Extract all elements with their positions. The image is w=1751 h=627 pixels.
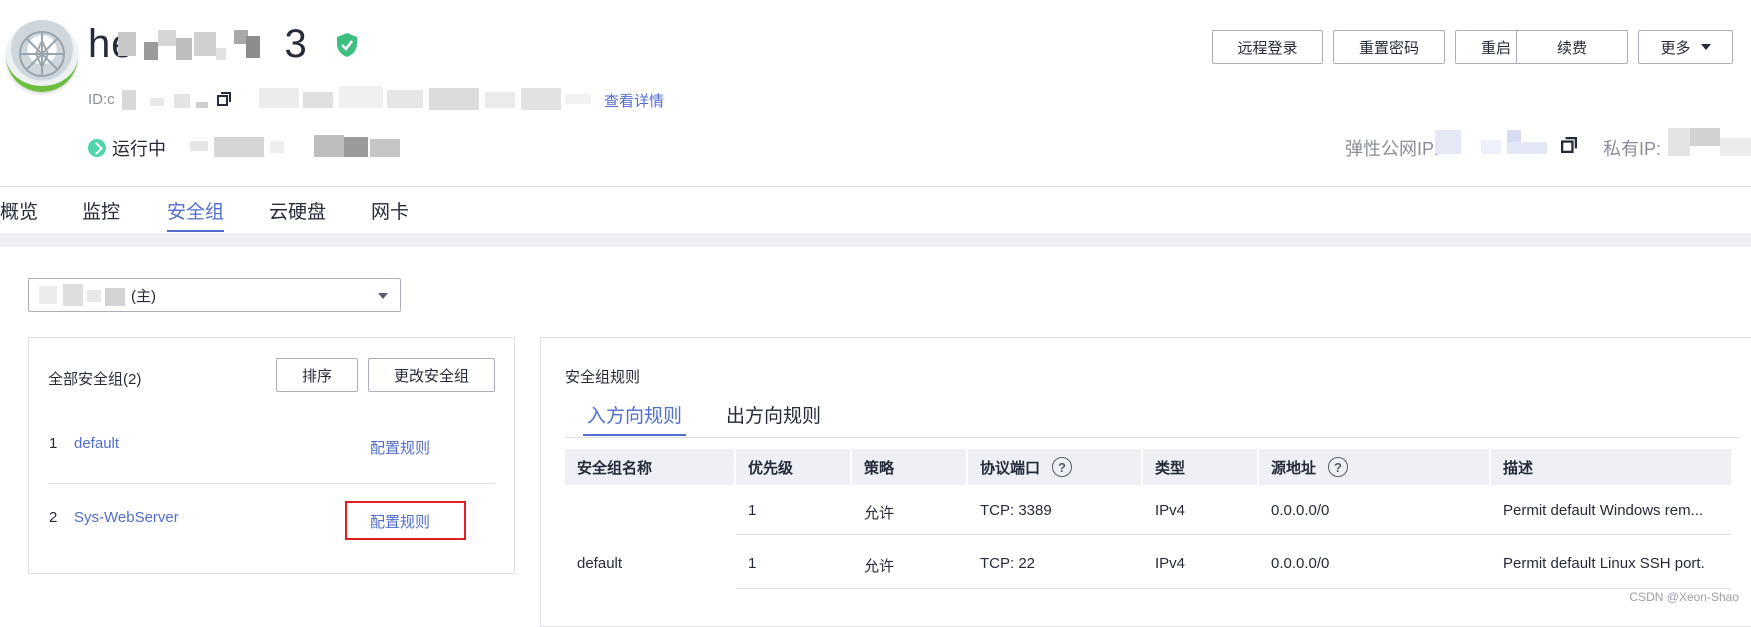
column-header-priority: 优先级 [736, 449, 852, 485]
chevron-down-icon [1700, 44, 1711, 50]
table-cell-source: 0.0.0.0/0 [1271, 555, 1330, 572]
instance-header: he 3 ID:c 查看详情 运行中 远程登录 重置密码 重启 续费 更多 弹性… [0, 0, 1751, 186]
column-header-sg-name: 安全组名称 [565, 449, 736, 485]
copy-eip-icon[interactable] [1561, 137, 1577, 153]
table-cell-policy: 允许 [864, 558, 895, 575]
masked-id-mosaic [122, 90, 212, 110]
help-icon[interactable]: ? [1052, 457, 1073, 477]
nic-select[interactable]: (主) [28, 278, 401, 312]
rules-title: 安全组规则 [565, 369, 641, 386]
tab-cloud-disk[interactable]: 云硬盘 [269, 197, 326, 224]
instance-id: ID:c [88, 91, 115, 108]
tab-outbound-rules[interactable]: 出方向规则 [726, 401, 821, 428]
configure-rules-link[interactable]: 配置规则 [370, 437, 430, 458]
tab-overview[interactable]: 概览 [0, 197, 38, 224]
tab-security-group[interactable]: 安全组 [167, 197, 225, 232]
instance-tabs: 概览 监控 安全组 云硬盘 网卡 [0, 186, 1751, 233]
more-dropdown-button[interactable]: 更多 [1638, 30, 1733, 64]
table-cell-type: IPv4 [1155, 502, 1186, 519]
list-item-index: 1 [49, 435, 58, 452]
column-header-port: 协议端口? [968, 449, 1143, 485]
nic-select-suffix: (主) [131, 287, 156, 305]
table-cell-priority: 1 [748, 502, 757, 519]
copy-id-icon[interactable] [217, 92, 231, 106]
tab-inbound-rules[interactable]: 入方向规则 [582, 401, 687, 436]
masked-nic-mosaic [39, 284, 131, 306]
highlight-box [345, 501, 466, 540]
chevron-down-icon [378, 293, 388, 299]
masked-status-mosaic [190, 135, 412, 159]
running-status-label: 运行中 [112, 139, 166, 159]
private-ip-label: 私有IP: [1603, 139, 1662, 159]
column-header-description: 描述 [1491, 449, 1731, 485]
table-cell-priority: 1 [748, 555, 757, 572]
masked-eip-mosaic [1435, 130, 1555, 156]
table-cell-type: IPv4 [1155, 555, 1186, 572]
renew-button[interactable]: 续费 [1516, 30, 1628, 64]
table-cell-port: TCP: 22 [980, 555, 1036, 572]
help-icon[interactable]: ? [1328, 457, 1349, 477]
column-header-type: 类型 [1143, 449, 1259, 485]
security-group-link[interactable]: default [74, 435, 119, 452]
instance-avatar-icon [6, 20, 78, 92]
list-item: 1 default 配置规则 [29, 435, 514, 507]
column-header-source: 源地址? [1259, 449, 1491, 485]
security-group-rules-panel: 安全组规则 入方向规则 出方向规则 安全组名称 优先级 策略 协议端口? 类型 … [540, 337, 1751, 627]
row-divider [736, 588, 1731, 589]
sort-button[interactable]: 排序 [276, 358, 358, 392]
masked-name-mosaic [118, 28, 288, 68]
security-group-link[interactable]: Sys-WebServer [74, 509, 179, 526]
remote-login-button[interactable]: 远程登录 [1212, 30, 1323, 64]
subtab-divider [565, 437, 1740, 438]
list-item-index: 2 [49, 509, 58, 526]
change-security-group-button[interactable]: 更改安全组 [368, 358, 495, 392]
eip-label: 弹性公网IP: [1345, 139, 1440, 159]
table-cell-source: 0.0.0.0/0 [1271, 502, 1330, 519]
table-cell-description: Permit default Windows rem... [1503, 502, 1704, 519]
tab-nic[interactable]: 网卡 [371, 197, 409, 224]
section-divider [0, 233, 1751, 247]
table-cell-policy: 允许 [864, 505, 895, 522]
security-group-count-title: 全部安全组(2) [48, 371, 142, 388]
table-cell-description: Permit default Linux SSH port. [1503, 555, 1705, 572]
more-dropdown-label: 更多 [1660, 39, 1691, 57]
column-header-policy: 策略 [852, 449, 968, 485]
reset-password-button[interactable]: 重置密码 [1333, 30, 1445, 64]
masked-id-detail-mosaic [259, 86, 595, 112]
table-cell-port: TCP: 3389 [980, 502, 1052, 519]
verified-shield-icon [337, 33, 357, 57]
view-details-link[interactable]: 查看详情 [604, 90, 664, 111]
watermark: CSDN @Xeon-Shao [1629, 590, 1739, 604]
tab-monitoring[interactable]: 监控 [82, 197, 120, 224]
running-status: 运行中 [88, 135, 166, 161]
row-divider [736, 534, 1731, 535]
list-divider [48, 483, 495, 484]
running-status-icon [88, 139, 106, 157]
masked-private-ip-mosaic [1668, 128, 1751, 156]
table-cell-sg-name: default [577, 555, 623, 572]
